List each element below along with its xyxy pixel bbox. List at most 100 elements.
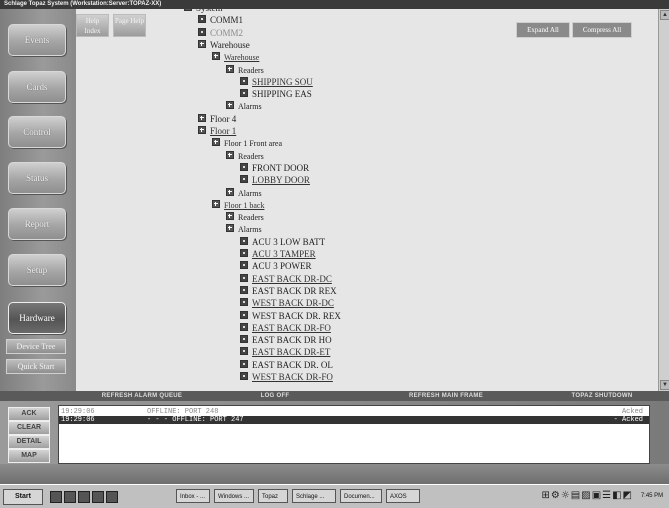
quick-start-button[interactable]: Quick Start — [6, 359, 66, 374]
nav-report-button[interactable]: Report — [8, 208, 66, 240]
tree-node[interactable]: Readers — [226, 212, 264, 223]
nav-control-button[interactable]: Control — [8, 116, 66, 148]
expand-node-icon[interactable] — [198, 113, 206, 122]
start-button[interactable]: Start — [3, 489, 43, 505]
device-node-icon[interactable] — [198, 27, 206, 36]
expand-node-icon[interactable] — [198, 126, 206, 134]
task-button-inbox[interactable]: Inbox - ... — [176, 489, 210, 503]
tree-node[interactable]: EAST BACK DR. OL — [240, 359, 333, 371]
tree-node[interactable]: ACU 3 TAMPER — [240, 249, 316, 260]
device-node-icon[interactable] — [240, 372, 248, 380]
scroll-down-arrow-icon[interactable]: ▼ — [660, 380, 669, 390]
tree-node[interactable]: Floor 1 — [198, 126, 236, 137]
quicklaunch-browser-icon[interactable] — [64, 491, 76, 503]
tree-node[interactable]: ACU 3 POWER — [240, 261, 312, 272]
alarm-queue-list[interactable]: 19:29:06 OFFLINE: PORT 248 Acked 19:29:0… — [58, 405, 650, 464]
nav-hardware-button[interactable]: Hardware — [8, 302, 66, 334]
device-node-icon[interactable] — [240, 89, 248, 98]
tree-node[interactable]: System — [184, 9, 223, 14]
tree-scrollbar[interactable]: ▲ ▼ — [658, 9, 669, 391]
expand-all-button[interactable]: Expand All — [516, 22, 570, 38]
alarm-row[interactable]: 19:29:06 OFFLINE: PORT 248 Acked — [59, 408, 649, 416]
device-node-icon[interactable] — [240, 310, 248, 319]
tree-node[interactable]: Alarms — [226, 224, 262, 235]
detail-button[interactable]: DETAIL — [8, 435, 50, 449]
tree-node[interactable]: EAST BACK DR-DC — [240, 273, 332, 285]
expand-node-icon[interactable] — [226, 224, 234, 233]
topaz-shutdown-button[interactable]: TOPAZ SHUTDOWN — [552, 392, 652, 400]
nav-cards-button[interactable]: Cards — [8, 71, 66, 103]
nav-status-button[interactable]: Status — [8, 162, 66, 194]
device-node-icon[interactable] — [240, 298, 248, 307]
refresh-main-frame-button[interactable]: REFRESH MAIN FRAME — [388, 392, 504, 400]
device-node-icon[interactable] — [240, 322, 248, 331]
task-button-schlage[interactable]: Schlage ... — [292, 489, 336, 503]
tree-node[interactable]: SHIPPING SOU — [240, 76, 313, 88]
tree-node[interactable]: Warehouse — [212, 52, 259, 63]
alarm-row-selected[interactable]: 19:29:06 - - - OFFLINE: PORT 247 - Acked — [59, 416, 649, 424]
tree-node[interactable]: Floor 1 back — [212, 199, 264, 211]
tree-node[interactable]: COMM2 — [198, 27, 243, 39]
help-index-button[interactable]: Help Index — [76, 14, 109, 37]
expand-node-icon[interactable] — [226, 187, 234, 196]
task-button-documents[interactable]: Documen... — [340, 489, 382, 503]
device-node-icon[interactable] — [240, 285, 248, 294]
expand-node-icon[interactable] — [212, 138, 220, 147]
expand-node-icon[interactable] — [184, 9, 192, 11]
device-node-icon[interactable] — [198, 15, 206, 24]
tree-node[interactable]: Alarms — [226, 101, 262, 112]
expand-node-icon[interactable] — [212, 52, 220, 61]
expand-node-icon[interactable] — [212, 199, 220, 208]
expand-node-icon[interactable] — [226, 150, 234, 159]
device-node-icon[interactable] — [240, 162, 248, 171]
tree-node[interactable]: EAST BACK DR HO — [240, 335, 332, 346]
tree-node[interactable]: Warehouse — [198, 39, 250, 51]
tree-node[interactable]: WEST BACK DR. REX — [240, 310, 341, 322]
device-node-icon[interactable] — [240, 249, 248, 257]
task-button-windows[interactable]: Windows ... — [214, 489, 254, 503]
ack-button[interactable]: ACK — [8, 407, 50, 421]
expand-node-icon[interactable] — [226, 64, 234, 73]
tree-node[interactable]: Floor 4 — [198, 113, 236, 125]
device-node-icon[interactable] — [240, 359, 248, 368]
map-button[interactable]: MAP — [8, 449, 50, 463]
quicklaunch-mail-icon[interactable] — [78, 491, 90, 503]
tree-node[interactable]: EAST BACK DR-ET — [240, 347, 330, 358]
quicklaunch-folder-icon[interactable] — [92, 491, 104, 503]
expand-node-icon[interactable] — [226, 101, 234, 110]
device-node-icon[interactable] — [240, 76, 248, 85]
device-node-icon[interactable] — [240, 236, 248, 245]
device-node-icon[interactable] — [240, 347, 248, 356]
tree-node[interactable]: Alarms — [226, 187, 262, 199]
quicklaunch-desktop-icon[interactable] — [50, 491, 62, 503]
clear-button[interactable]: CLEAR — [8, 421, 50, 435]
system-tray-icons[interactable]: ⊞⚙☼▤▨▣☰◧◩ — [541, 490, 633, 502]
task-button-topaz[interactable]: Topaz — [258, 489, 288, 503]
log-off-button[interactable]: LOG OFF — [230, 392, 320, 400]
device-node-icon[interactable] — [240, 175, 248, 184]
tree-node[interactable]: LOBBY DOOR — [240, 175, 310, 186]
tree-node[interactable]: Floor 1 Front area — [212, 138, 282, 149]
tree-node[interactable]: Readers — [226, 64, 264, 76]
tree-node[interactable]: WEST BACK DR-FO — [240, 372, 333, 383]
nav-setup-button[interactable]: Setup — [8, 254, 66, 286]
tree-node[interactable]: WEST BACK DR-DC — [240, 298, 334, 309]
tree-node[interactable]: Readers — [226, 150, 264, 162]
refresh-alarm-queue-button[interactable]: REFRESH ALARM QUEUE — [78, 392, 206, 400]
tree-node[interactable]: ACU 3 LOW BATT — [240, 236, 325, 248]
tree-node[interactable]: EAST BACK DR-FO — [240, 322, 331, 334]
expand-node-icon[interactable] — [226, 212, 234, 221]
task-button-axos[interactable]: AXOS — [386, 489, 420, 503]
scroll-up-arrow-icon[interactable]: ▲ — [660, 10, 669, 20]
tree-node[interactable]: SHIPPING EAS — [240, 89, 312, 100]
device-tree-button[interactable]: Device Tree — [6, 339, 66, 354]
expand-node-icon[interactable] — [198, 39, 206, 48]
page-help-button[interactable]: Page Help — [113, 14, 146, 37]
device-node-icon[interactable] — [240, 335, 248, 344]
device-node-icon[interactable] — [240, 273, 248, 282]
tree-node[interactable]: EAST BACK DR REX — [240, 285, 337, 297]
tree-node[interactable]: FRONT DOOR — [240, 162, 309, 174]
compress-all-button[interactable]: Compress All — [572, 22, 632, 38]
quicklaunch-app-icon[interactable] — [106, 491, 118, 503]
tree-node[interactable]: COMM1 — [198, 15, 243, 26]
